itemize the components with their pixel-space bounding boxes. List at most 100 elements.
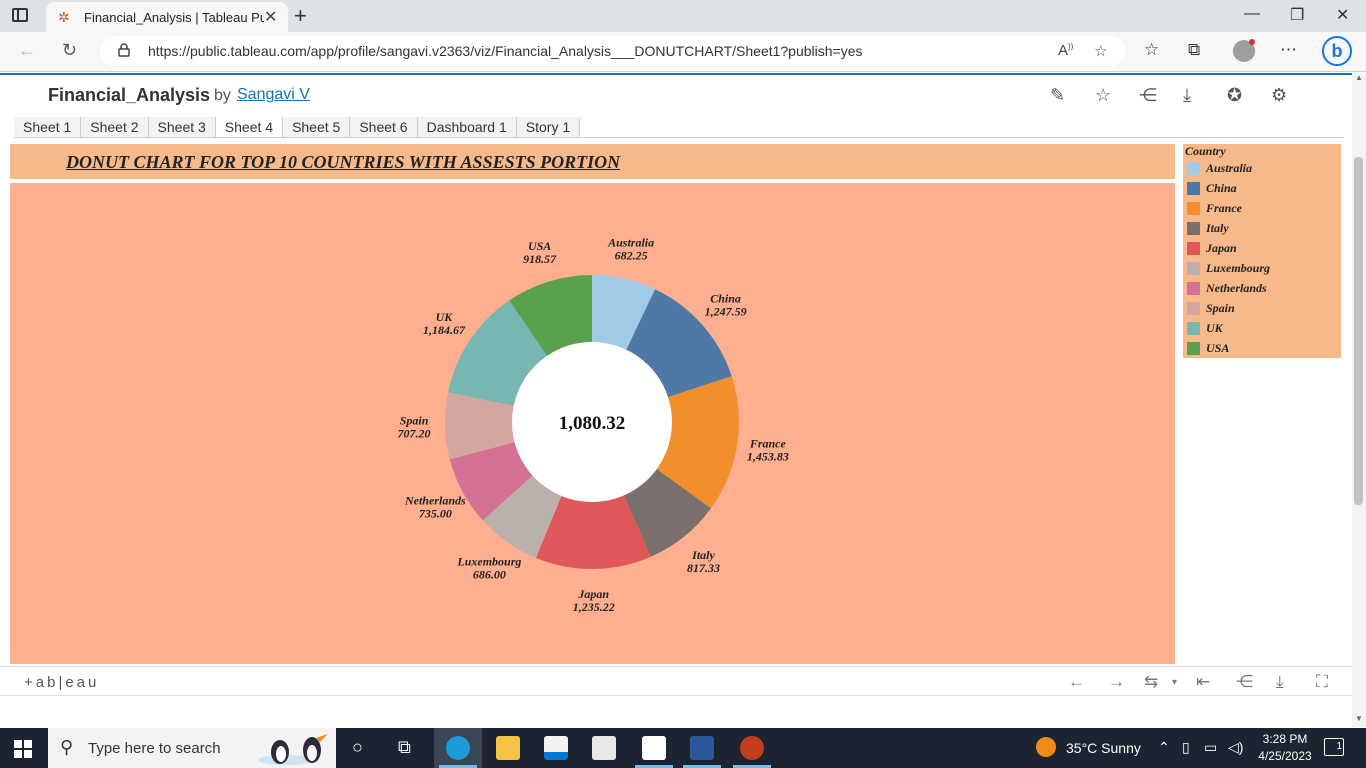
tab-sheet-1[interactable]: Sheet 1 — [14, 117, 82, 137]
tableau-icon[interactable] — [642, 736, 666, 760]
settings-icon[interactable]: ⚙ — [1271, 85, 1287, 106]
close-tab-icon[interactable]: ✕ — [264, 7, 277, 27]
slice-label-australia: Australia — [607, 235, 654, 249]
legend-label: Netherlands — [1206, 281, 1267, 295]
legend-swatch — [1187, 262, 1200, 275]
tab-title: Financial_Analysis | Tableau Publi — [84, 10, 264, 25]
powerpoint-icon[interactable] — [740, 736, 764, 760]
share-icon[interactable]: ⋲ — [1236, 672, 1253, 692]
page-scrollbar[interactable]: ▲ ▼ — [1352, 73, 1366, 727]
legend-label: China — [1206, 181, 1237, 195]
tab-sheet-6[interactable]: Sheet 6 — [350, 117, 418, 137]
slice-label-china: China — [710, 291, 741, 305]
new-tab-icon[interactable]: + — [294, 3, 307, 29]
collections-icon[interactable]: ⧉ — [1188, 40, 1200, 60]
viz-title: Financial_Analysis — [48, 85, 211, 105]
slice-value-italy: 817.33 — [687, 561, 720, 575]
scroll-up-icon[interactable]: ▲ — [1355, 73, 1363, 82]
sheet-tabs: Sheet 1 Sheet 2 Sheet 3 Sheet 4 Sheet 5 … — [14, 117, 1344, 138]
notification-icon[interactable]: 1 — [1324, 738, 1344, 756]
mail-icon[interactable] — [592, 736, 616, 760]
download-icon[interactable]: ⤓ — [1183, 85, 1191, 106]
volume-icon[interactable]: ◁) — [1228, 739, 1243, 756]
share-icon[interactable]: ⋲ — [1139, 85, 1157, 106]
author-link[interactable]: Sangavi V — [237, 86, 310, 104]
legend-swatch — [1187, 282, 1200, 295]
tab-sheet-3[interactable]: Sheet 3 — [148, 117, 216, 137]
read-aloud-icon[interactable]: A)) — [1058, 42, 1073, 59]
maximize-icon[interactable]: ❐ — [1290, 5, 1304, 25]
slice-value-spain: 707.20 — [398, 427, 431, 441]
bing-icon[interactable]: b — [1322, 36, 1352, 66]
slice-label-luxembourg: Luxembourg — [456, 554, 521, 568]
slice-value-luxembourg: 686.00 — [473, 567, 506, 581]
tab-dashboard-1[interactable]: Dashboard 1 — [417, 117, 517, 137]
clock-date[interactable]: 4/25/2023 — [1254, 749, 1316, 763]
network-icon[interactable]: ▯ — [1182, 739, 1190, 756]
browser-tab[interactable]: ✲ Financial_Analysis | Tableau Publi ✕ — [46, 2, 288, 32]
revert-dropdown-icon[interactable]: ▾ — [1172, 677, 1177, 688]
slice-label-uk: UK — [436, 310, 454, 324]
chevron-up-icon[interactable]: ⌃ — [1158, 739, 1170, 756]
legend-swatch — [1187, 342, 1200, 355]
viz-by-label: by — [214, 87, 231, 104]
add-favorite-icon[interactable]: ☆ — [1094, 42, 1107, 60]
slice-label-france: France — [749, 437, 787, 451]
refresh-icon[interactable]: ↻ — [62, 40, 77, 61]
url-field[interactable]: https://public.tableau.com/app/profile/s… — [100, 36, 1126, 66]
minimize-icon[interactable]: — — [1244, 5, 1260, 23]
chart-title: DONUT CHART FOR TOP 10 COUNTRIES WITH AS… — [66, 152, 621, 172]
start-icon[interactable] — [14, 740, 32, 758]
favorite-icon[interactable]: ☆ — [1095, 85, 1111, 106]
tab-sheet-2[interactable]: Sheet 2 — [81, 117, 149, 137]
fullscreen-icon[interactable]: ⛶ — [1316, 672, 1328, 692]
legend-title: Country — [1185, 144, 1226, 158]
legend: Country Australia China France Italy Japan Lu… — [1183, 144, 1341, 358]
slice-value-netherlands: 735.00 — [419, 506, 452, 520]
donut-chart[interactable]: Australia682.25 China1,247.59 France1,453.… — [10, 183, 1175, 664]
more-icon[interactable]: ⋯ — [1280, 40, 1297, 60]
search-icon: ⚲ — [60, 737, 74, 757]
download-icon[interactable]: ⤓ — [1276, 672, 1284, 692]
notification-count: 1 — [1336, 741, 1342, 752]
redo-icon[interactable]: → — [1108, 672, 1125, 692]
lock-icon — [118, 43, 130, 57]
legend-label: France — [1206, 201, 1242, 215]
legend-swatch — [1187, 242, 1200, 255]
search-placeholder: Type here to search — [88, 740, 221, 757]
clock-time[interactable]: 3:28 PM — [1260, 732, 1310, 746]
file-explorer-icon[interactable] — [496, 736, 520, 760]
battery-icon[interactable]: ▭ — [1204, 739, 1217, 756]
tab-actions-icon[interactable] — [12, 8, 28, 22]
revert-icon[interactable]: ⇆ — [1144, 672, 1158, 692]
undo-icon[interactable]: ← — [1068, 672, 1085, 692]
profile-notification-dot — [1249, 39, 1255, 45]
store-icon[interactable] — [544, 736, 568, 760]
close-window-icon[interactable]: ✕ — [1336, 5, 1349, 25]
first-page-icon[interactable]: ⇤ — [1196, 672, 1210, 692]
tab-story-1[interactable]: Story 1 — [516, 117, 581, 137]
chart-title-band: DONUT CHART FOR TOP 10 COUNTRIES WITH AS… — [10, 144, 1175, 179]
legend-label: Japan — [1206, 241, 1237, 255]
weather-text[interactable]: 35°C Sunny — [1066, 740, 1141, 756]
taskbar-search[interactable]: ⚲ Type here to search — [48, 728, 336, 768]
tab-sheet-4[interactable]: Sheet 4 — [215, 117, 284, 137]
tableau-logo[interactable]: +ab|eau — [24, 674, 99, 691]
task-view-icon[interactable]: ⧉ — [398, 737, 411, 758]
tableau-favicon-icon: ✲ — [58, 9, 70, 25]
edit-icon[interactable]: ✎ — [1050, 85, 1065, 106]
edge-icon[interactable] — [446, 736, 470, 760]
weather-icon[interactable] — [1036, 737, 1056, 757]
legend-swatch — [1187, 182, 1200, 195]
badge-icon[interactable]: ✪ — [1227, 85, 1242, 106]
legend-label: UK — [1206, 321, 1223, 335]
scroll-thumb[interactable] — [1354, 157, 1363, 505]
viz-footer: +ab|eau ← → ⇆ ▾ ⇤ ⋲ ⤓ ⛶ — [0, 666, 1352, 696]
cortana-icon[interactable]: ○ — [352, 737, 363, 758]
favorites-icon[interactable]: ☆ — [1144, 40, 1159, 60]
scroll-down-icon[interactable]: ▼ — [1355, 714, 1363, 723]
donut-center-value: 1,080.32 — [559, 413, 626, 434]
back-icon[interactable]: ← — [18, 40, 36, 61]
word-icon[interactable] — [690, 736, 714, 760]
tab-sheet-5[interactable]: Sheet 5 — [283, 117, 351, 137]
